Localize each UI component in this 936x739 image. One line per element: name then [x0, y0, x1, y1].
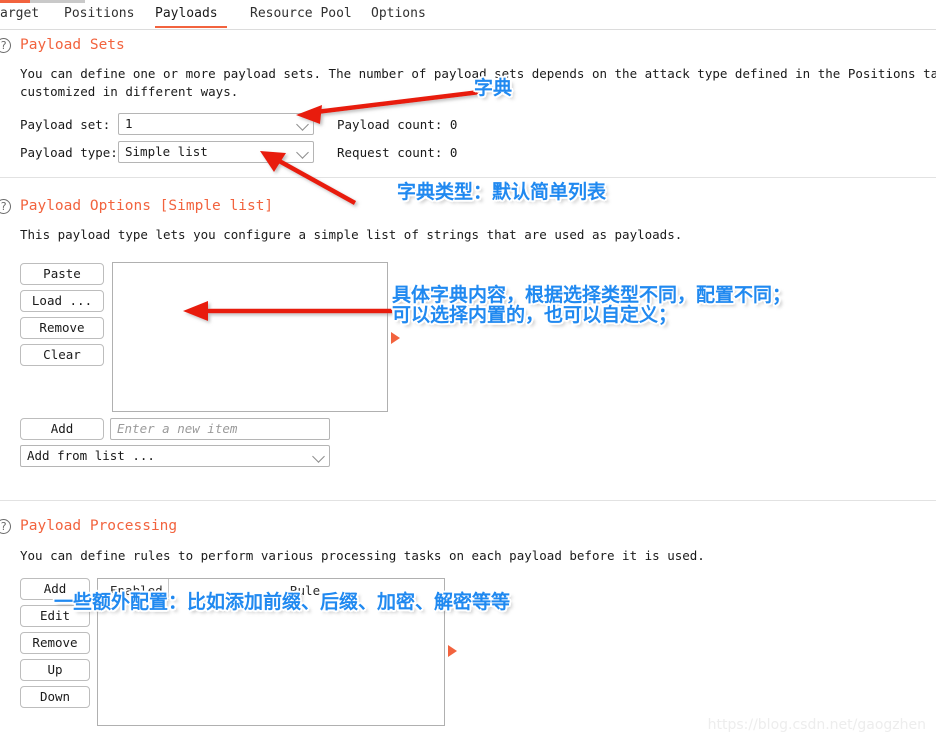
new-item-input[interactable]: Enter a new item — [110, 418, 330, 440]
processing-add-button[interactable]: Add — [20, 578, 90, 600]
paste-button[interactable]: Paste — [20, 263, 104, 285]
tab-payloads[interactable]: Payloads — [155, 4, 227, 28]
payload-type-value: Simple list — [125, 144, 208, 159]
add-from-list-value: Add from list ... — [27, 448, 155, 463]
processing-edit-button[interactable]: Edit — [20, 605, 90, 627]
payload-count-label: Payload count: 0 — [337, 117, 458, 132]
tab-strip-indicator-gray — [30, 0, 85, 3]
section-divider-2 — [0, 500, 936, 501]
payload-options-expander-triangle-icon[interactable] — [391, 332, 400, 344]
payload-sets-title: Payload Sets — [20, 37, 125, 53]
annotation-dictionary-content-line2: 可以选择内置的，也可以自定义； — [392, 304, 678, 326]
payload-options-description: This payload type lets you configure a s… — [20, 227, 683, 242]
processing-column-rule: Rule — [290, 583, 321, 598]
payload-set-value: 1 — [125, 116, 133, 131]
annotation-dictionary-type: 字典类型：默认简单列表 — [397, 181, 607, 203]
payload-processing-title: Payload Processing — [20, 518, 178, 534]
tab-resource-pool-label: Resource Pool — [250, 6, 352, 21]
payload-type-label: Payload type: — [20, 145, 118, 160]
payload-set-label: Payload set: — [20, 117, 111, 132]
payload-type-dropdown[interactable]: Simple list — [118, 141, 314, 163]
request-count-label: Request count: 0 — [337, 145, 458, 160]
processing-remove-button[interactable]: Remove — [20, 632, 90, 654]
payload-list-box[interactable] — [112, 262, 388, 412]
payload-processing-table[interactable] — [97, 578, 445, 726]
payload-processing-help-icon[interactable]: ? — [0, 519, 11, 534]
processing-down-button[interactable]: Down — [20, 686, 90, 708]
payload-processing-expander-triangle-icon[interactable] — [448, 645, 457, 657]
tab-strip-indicator-orange — [0, 0, 30, 3]
payload-processing-description: You can define rules to perform various … — [20, 548, 705, 563]
new-item-placeholder: Enter a new item — [117, 421, 238, 436]
processing-up-button[interactable]: Up — [20, 659, 90, 681]
payload-sets-description-line1: You can define one or more payload sets.… — [20, 66, 936, 81]
load-button[interactable]: Load ... — [20, 290, 104, 312]
tab-resource-pool[interactable]: Resource Pool — [250, 4, 352, 28]
payload-options-help-icon[interactable]: ? — [0, 199, 11, 214]
payload-set-dropdown[interactable]: 1 — [118, 113, 314, 135]
tab-positions-label: Positions — [64, 6, 135, 21]
payload-sets-help-icon[interactable]: ? — [0, 38, 11, 53]
tab-payloads-active-underline — [155, 25, 227, 28]
tab-payloads-label: Payloads — [155, 6, 218, 21]
tab-target-label: arget — [0, 6, 40, 21]
chevron-down-icon — [312, 450, 325, 463]
annotation-dictionary-content-line1: 具体字典内容，根据选择类型不同，配置不同； — [392, 284, 792, 306]
add-from-list-dropdown[interactable]: Add from list ... — [20, 445, 330, 467]
tab-positions[interactable]: Positions — [64, 4, 136, 28]
tab-options[interactable]: Options — [371, 4, 429, 28]
chevron-down-icon — [296, 146, 309, 159]
processing-column-enabled: Enabled — [110, 583, 163, 598]
chevron-down-icon — [296, 118, 309, 131]
tab-options-label: Options — [371, 6, 426, 21]
processing-table-column-divider — [168, 579, 169, 600]
watermark: https://blog.csdn.net/gaogzhen — [707, 717, 926, 733]
payload-options-title: Payload Options [Simple list] — [20, 198, 274, 214]
payload-sets-description-line2: customized in different ways. — [20, 84, 239, 99]
clear-button[interactable]: Clear — [20, 344, 104, 366]
add-item-button[interactable]: Add — [20, 418, 104, 440]
section-divider-1 — [0, 177, 936, 178]
tab-target[interactable]: arget — [0, 4, 42, 28]
tab-bar: arget Positions Payloads Resource Pool O… — [0, 0, 936, 30]
remove-button[interactable]: Remove — [20, 317, 104, 339]
